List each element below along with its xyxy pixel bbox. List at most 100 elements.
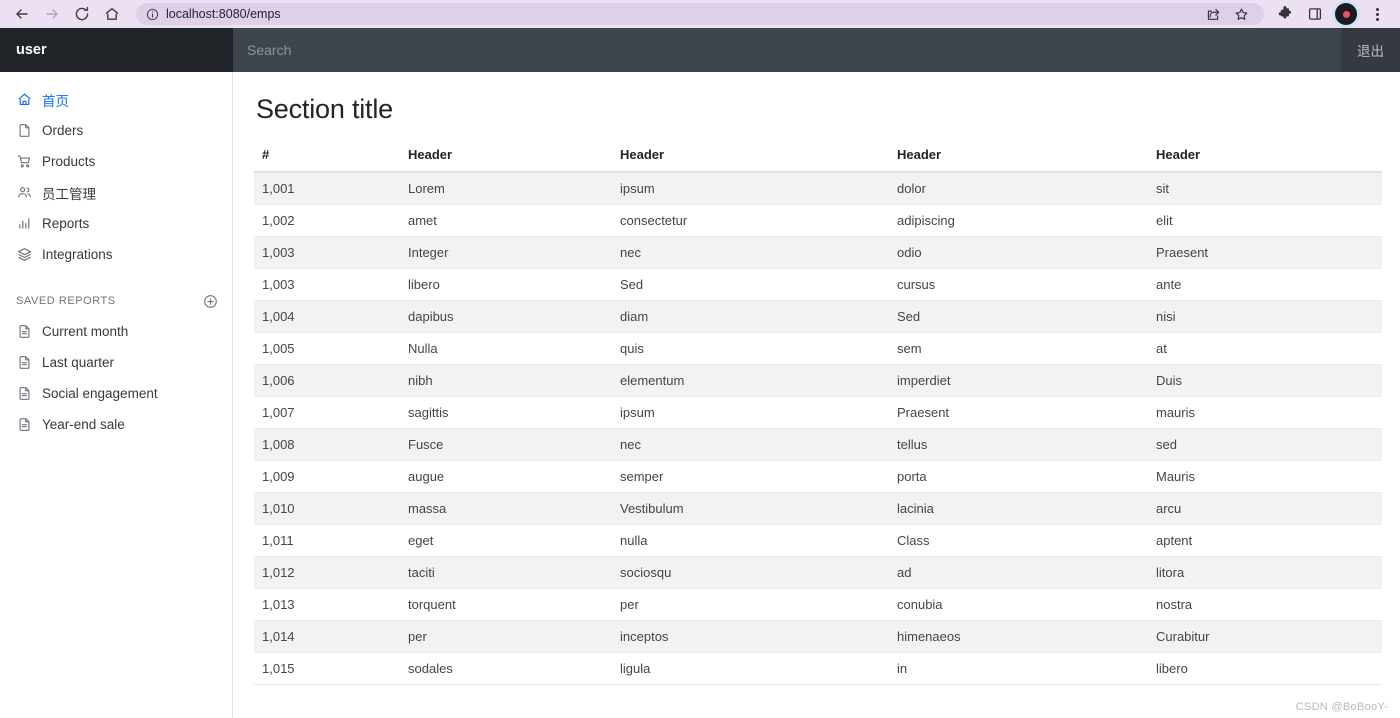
table-row: 1,005 Nulla quis sem at — [254, 332, 1382, 365]
table-column-header-3: Header — [889, 143, 1148, 173]
table-cell-id: 1,015 — [254, 652, 400, 685]
back-button[interactable] — [8, 2, 36, 26]
table-cell: nec — [612, 428, 889, 461]
table-row: 1,003 libero Sed cursus ante — [254, 268, 1382, 301]
sidebar-item-label: Orders — [42, 123, 84, 138]
table-cell-id: 1,004 — [254, 300, 400, 333]
table-cell: augue — [400, 460, 612, 493]
search-input[interactable] — [233, 28, 1341, 72]
table-cell: Mauris — [1148, 460, 1382, 493]
table-cell: torquent — [400, 588, 612, 621]
main-content: Section title # Header Header Header Header … — [233, 72, 1400, 718]
table-column-header-1: Header — [400, 143, 612, 173]
sidebar-item-year-end-sale[interactable]: Year-end sale — [0, 409, 232, 440]
table-cell: Integer — [400, 236, 612, 269]
extensions-button[interactable] — [1272, 2, 1298, 26]
sidebar-item-home[interactable]: 首页 — [0, 84, 232, 115]
table-cell: dapibus — [400, 300, 612, 333]
sidebar-item-orders[interactable]: Orders — [0, 115, 232, 146]
sidebar-item-last-quarter[interactable]: Last quarter — [0, 347, 232, 378]
table-cell: massa — [400, 492, 612, 525]
table-cell: libero — [1148, 652, 1382, 685]
table-cell: lacinia — [889, 492, 1148, 525]
table-cell: mauris — [1148, 396, 1382, 429]
table-cell: elementum — [612, 364, 889, 397]
page-title: Section title — [256, 94, 393, 124]
three-dot-menu-icon — [1375, 7, 1379, 21]
table-row: 1,002 amet consectetur adipiscing elit — [254, 204, 1382, 237]
file-icon — [16, 122, 33, 139]
file-text-icon — [16, 385, 33, 402]
table-cell-id: 1,009 — [254, 460, 400, 493]
browser-action-icons — [1272, 2, 1392, 26]
reload-button[interactable] — [68, 2, 96, 26]
share-icon — [1207, 8, 1219, 20]
puzzle-icon — [1278, 6, 1292, 19]
share-button[interactable] — [1200, 2, 1226, 26]
sidebar-item-integrations[interactable]: Integrations — [0, 239, 232, 270]
table-cell: inceptos — [612, 620, 889, 653]
table-column-header-0: # — [254, 143, 400, 173]
sidebar-item-products[interactable]: Products — [0, 146, 232, 177]
profile-button[interactable] — [1335, 3, 1357, 25]
browser-menu-button[interactable] — [1364, 2, 1390, 26]
side-panel-button[interactable] — [1302, 2, 1328, 26]
table-cell: adipiscing — [889, 204, 1148, 237]
table-cell: sociosqu — [612, 556, 889, 589]
table-cell: Sed — [612, 268, 889, 301]
sidebar-item-reports[interactable]: Reports — [0, 208, 232, 239]
logout-link[interactable]: 退出 — [1357, 40, 1384, 60]
sidebar-item-employees[interactable]: 员工管理 — [0, 177, 232, 208]
plus-circle-icon — [204, 294, 217, 308]
table-cell: himenaeos — [889, 620, 1148, 653]
table-cell-id: 1,006 — [254, 364, 400, 397]
table-cell: Vestibulum — [612, 492, 889, 525]
page-root: localhost:8080/emps user Search 退出 首页 Or… — [0, 0, 1400, 718]
table-cell-id: 1,003 — [254, 268, 400, 301]
table-cell: per — [400, 620, 612, 653]
table-row: 1,004 dapibus diam Sed nisi — [254, 300, 1382, 333]
forward-button[interactable] — [38, 2, 66, 26]
back-arrow-icon — [16, 9, 28, 19]
saved-reports-label: Saved reports — [16, 295, 116, 307]
table-cell: amet — [400, 204, 612, 237]
sidebar-item-label: Products — [42, 154, 96, 169]
file-text-icon — [16, 323, 33, 340]
table-row: 1,009 augue semper porta Mauris — [254, 460, 1382, 493]
table-header-row: # Header Header Header Header — [254, 143, 1382, 173]
table-cell-id: 1,007 — [254, 396, 400, 429]
sidebar-item-label: Year-end sale — [42, 417, 125, 432]
table-cell-id: 1,001 — [254, 172, 400, 205]
table-cell: litora — [1148, 556, 1382, 589]
table-cell-id: 1,002 — [254, 204, 400, 237]
site-info-icon[interactable] — [146, 8, 159, 21]
table-cell: Class — [889, 524, 1148, 557]
table-cell-id: 1,003 — [254, 236, 400, 269]
bookmark-button[interactable] — [1228, 2, 1254, 26]
home-icon — [16, 91, 33, 108]
file-text-icon — [16, 354, 33, 371]
table-cell: porta — [889, 460, 1148, 493]
table-cell-id: 1,011 — [254, 524, 400, 557]
table-cell: ipsum — [612, 172, 889, 205]
table-cell: Sed — [889, 300, 1148, 333]
table-cell: nisi — [1148, 300, 1382, 333]
cart-icon — [16, 153, 33, 170]
address-bar[interactable]: localhost:8080/emps — [136, 3, 1264, 25]
home-icon — [105, 7, 119, 20]
sidebar-item-current-month[interactable]: Current month — [0, 316, 232, 347]
sidebar-item-label: Last quarter — [42, 355, 115, 370]
table-cell: semper — [612, 460, 889, 493]
sidebar-item-social-engagement[interactable]: Social engagement — [0, 378, 232, 409]
add-saved-report-button[interactable] — [203, 294, 218, 309]
table-row: 1,001 Lorem ipsum dolor sit — [254, 172, 1382, 205]
table-cell: ante — [1148, 268, 1382, 301]
table-cell-id: 1,013 — [254, 588, 400, 621]
table-cell: libero — [400, 268, 612, 301]
people-icon — [16, 184, 33, 201]
brand-title[interactable]: user — [0, 28, 233, 72]
table-cell-id: 1,014 — [254, 620, 400, 653]
table-cell-id: 1,010 — [254, 492, 400, 525]
table-head: # Header Header Header Header — [254, 143, 1382, 173]
home-button[interactable] — [98, 2, 126, 26]
